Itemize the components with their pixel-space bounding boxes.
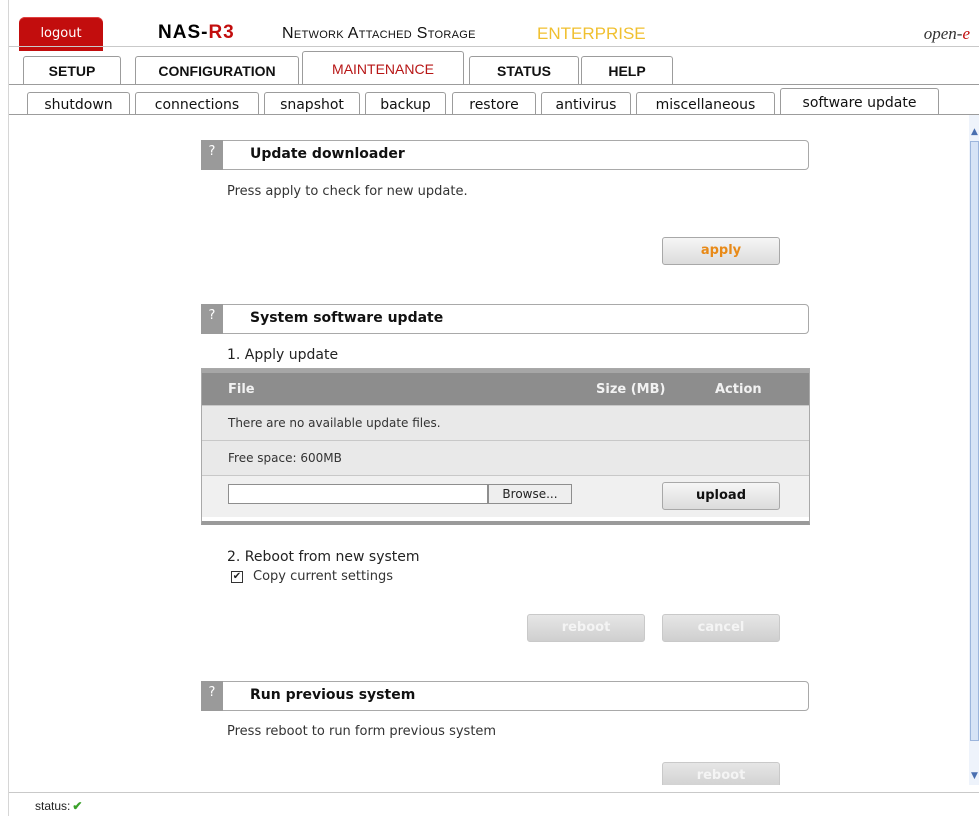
help-button[interactable]: ? xyxy=(201,681,223,711)
product-tagline: Network Attached Storage xyxy=(282,25,476,42)
scrollbar-thumb[interactable] xyxy=(970,141,979,741)
section-title: Run previous system xyxy=(250,687,416,703)
subtab-antivirus[interactable]: antivirus xyxy=(541,92,631,115)
free-space-label: Free space: 600MB xyxy=(228,451,342,465)
empty-message: There are no available update files. xyxy=(228,416,441,430)
help-button[interactable]: ? xyxy=(201,304,223,334)
section-update-downloader: ? Update downloader xyxy=(201,140,809,170)
scroll-down-icon[interactable]: ▼ xyxy=(969,771,979,783)
subtab-miscellaneous[interactable]: miscellaneous xyxy=(636,92,775,115)
subtab-shutdown[interactable]: shutdown xyxy=(27,92,130,115)
reboot-button[interactable]: reboot xyxy=(527,614,645,642)
main-content: ? Update downloader Press apply to check… xyxy=(9,115,969,785)
apply-button[interactable]: apply xyxy=(662,237,780,265)
section-title: System software update xyxy=(250,310,444,326)
brand-title: NAS-R3 xyxy=(158,22,235,44)
vertical-scrollbar[interactable]: ▲ ▼ xyxy=(969,115,979,785)
subtab-restore[interactable]: restore xyxy=(452,92,536,115)
table-row: Free space: 600MB xyxy=(202,440,809,475)
section-run-previous-system: ? Run previous system xyxy=(201,681,809,711)
upload-button[interactable]: upload xyxy=(662,482,780,510)
upload-row: Browse... upload xyxy=(202,475,809,517)
tab-setup[interactable]: SETUP xyxy=(23,56,121,84)
header-divider xyxy=(9,46,979,47)
subtab-connections[interactable]: connections xyxy=(135,92,259,115)
logo-prefix: open- xyxy=(923,24,963,43)
update-files-table: File Size (MB) Action There are no avail… xyxy=(201,368,810,525)
table-header: File Size (MB) Action xyxy=(202,369,809,405)
main-tabs-divider xyxy=(9,84,979,85)
header: logout NAS-R3 Network Attached Storage E… xyxy=(9,8,979,51)
brand-prefix: NAS- xyxy=(158,22,209,43)
app-frame: logout NAS-R3 Network Attached Storage E… xyxy=(8,0,979,817)
subtab-backup[interactable]: backup xyxy=(365,92,446,115)
tab-maintenance[interactable]: MAINTENANCE xyxy=(302,51,464,84)
table-row: There are no available update files. xyxy=(202,405,809,440)
brand-suffix: R3 xyxy=(208,22,235,43)
tab-help[interactable]: HELP xyxy=(581,56,673,84)
previous-system-description: Press reboot to run form previous system xyxy=(227,724,497,739)
subtab-software-update[interactable]: software update xyxy=(780,88,939,115)
status-bar: status: ✔ xyxy=(9,792,979,817)
reboot-new-system-heading: 2. Reboot from new system xyxy=(227,549,420,565)
column-action: Action xyxy=(715,382,762,397)
downloader-description: Press apply to check for new update. xyxy=(227,184,468,199)
edition-label: ENTERPRISE xyxy=(537,24,646,43)
logo-suffix: e xyxy=(962,24,970,43)
tab-configuration[interactable]: CONFIGURATION xyxy=(135,56,299,84)
section-title: Update downloader xyxy=(250,146,405,162)
file-path-input[interactable] xyxy=(228,484,488,504)
previous-reboot-button[interactable]: reboot xyxy=(662,762,780,785)
browse-button[interactable]: Browse... xyxy=(488,484,572,504)
scroll-up-icon[interactable]: ▲ xyxy=(969,127,979,139)
open-e-logo: open-e xyxy=(924,24,970,44)
help-button[interactable]: ? xyxy=(201,140,223,170)
cancel-button[interactable]: cancel xyxy=(662,614,780,642)
copy-settings-label: Copy current settings xyxy=(253,569,393,584)
column-file: File xyxy=(228,382,255,397)
tab-status[interactable]: STATUS xyxy=(469,56,579,84)
section-system-software-update: ? System software update xyxy=(201,304,809,334)
status-indicator: status: ✔ xyxy=(35,799,82,813)
copy-settings-checkbox[interactable]: ✔ xyxy=(231,571,243,583)
status-label: status: xyxy=(35,799,71,813)
column-size: Size (MB) xyxy=(596,382,666,397)
subtab-snapshot[interactable]: snapshot xyxy=(264,92,360,115)
apply-update-heading: 1. Apply update xyxy=(227,347,339,363)
check-icon: ✔ xyxy=(72,799,83,813)
